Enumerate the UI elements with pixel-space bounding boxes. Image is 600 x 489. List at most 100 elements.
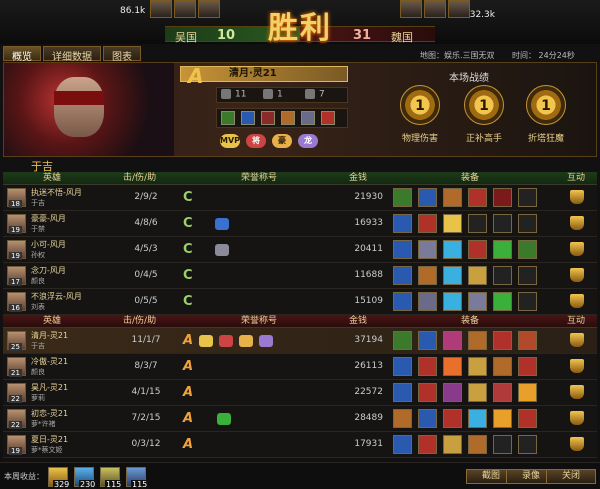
item-slot-icon[interactable] bbox=[518, 435, 537, 454]
item-slot-icon[interactable] bbox=[468, 292, 487, 311]
grade-mark: C bbox=[183, 190, 193, 205]
item-slot-icon[interactable] bbox=[393, 435, 412, 454]
item-slot-icon[interactable] bbox=[393, 214, 412, 233]
honor-badge-icon bbox=[217, 413, 231, 425]
item-slot-icon[interactable] bbox=[493, 266, 512, 285]
item-slot-icon[interactable] bbox=[418, 240, 437, 259]
like-button[interactable] bbox=[570, 333, 584, 347]
item-slot-icon[interactable] bbox=[518, 188, 537, 207]
top-avatar bbox=[150, 0, 172, 18]
like-button[interactable] bbox=[570, 411, 584, 425]
token-resource-icon: 115 bbox=[100, 467, 123, 489]
table-row: 22 初恋-灵21 萝*许褚 7/2/15 A 28489 bbox=[3, 406, 597, 432]
like-button[interactable] bbox=[570, 268, 584, 282]
item-slot-icon[interactable] bbox=[443, 266, 462, 285]
item-slot-icon[interactable] bbox=[493, 357, 512, 376]
gold-value: 21930 bbox=[354, 192, 383, 202]
item-slot-icon[interactable] bbox=[518, 266, 537, 285]
level-badge: 19 bbox=[9, 226, 22, 234]
level-badge: 16 bbox=[9, 304, 22, 312]
item-slot-icon[interactable] bbox=[393, 266, 412, 285]
tab-overview[interactable]: 概览 bbox=[3, 46, 41, 63]
level-badge: 25 bbox=[9, 343, 22, 351]
item-slot-icon[interactable] bbox=[518, 383, 537, 402]
item-slot-icon[interactable] bbox=[418, 383, 437, 402]
item-slot-icon[interactable] bbox=[418, 292, 437, 311]
item-slot-icon[interactable] bbox=[518, 240, 537, 259]
player-name: 念刀-风月 bbox=[31, 266, 66, 275]
item-slot-icon[interactable] bbox=[518, 331, 537, 350]
item-slot-icon[interactable] bbox=[443, 435, 462, 454]
item-slot-icon[interactable] bbox=[393, 357, 412, 376]
item-slot-icon[interactable] bbox=[418, 214, 437, 233]
close-button[interactable]: 关闭 bbox=[546, 469, 596, 484]
item-slot-icon[interactable] bbox=[493, 292, 512, 311]
item-slot-icon[interactable] bbox=[393, 409, 412, 428]
item-slot-icon[interactable] bbox=[493, 331, 512, 350]
item-slot-icon[interactable] bbox=[493, 188, 512, 207]
like-button[interactable] bbox=[570, 190, 584, 204]
medal-icon: 1 bbox=[464, 85, 504, 125]
item-slot-icon[interactable] bbox=[493, 383, 512, 402]
item-slot-icon[interactable] bbox=[493, 214, 512, 233]
item-slot-icon[interactable] bbox=[418, 357, 437, 376]
item-slot-icon[interactable] bbox=[443, 188, 462, 207]
item-slot-icon[interactable] bbox=[468, 214, 487, 233]
table-header: 英雄 击/伤/助 荣誉称号 金钱 装备 互动 bbox=[3, 315, 597, 328]
grade-mark: A bbox=[183, 333, 194, 348]
item-slot-icon[interactable] bbox=[468, 435, 487, 454]
item-slot-icon[interactable] bbox=[468, 409, 487, 428]
item-slot-icon[interactable] bbox=[468, 188, 487, 207]
item-slot-icon[interactable] bbox=[443, 357, 462, 376]
gold-value: 37194 bbox=[354, 335, 383, 345]
item-slot-icon[interactable] bbox=[418, 188, 437, 207]
like-button[interactable] bbox=[570, 294, 584, 308]
item-slot-icon[interactable] bbox=[393, 240, 412, 259]
like-button[interactable] bbox=[570, 437, 584, 451]
item-slot-icon[interactable] bbox=[493, 435, 512, 454]
item-slot-icon[interactable] bbox=[418, 409, 437, 428]
top-avatar bbox=[424, 0, 446, 18]
green-team-table: 英雄 击/伤/助 荣誉称号 金钱 装备 互动 18 执迷不悟-风月 于吉 2/9/2 C… bbox=[3, 172, 597, 315]
item-slot-icon[interactable] bbox=[493, 240, 512, 259]
item-slot-icon[interactable] bbox=[418, 435, 437, 454]
grade-mark: C bbox=[183, 216, 193, 231]
item-slot-icon[interactable] bbox=[518, 214, 537, 233]
tab-details[interactable]: 详细数据 bbox=[43, 46, 101, 63]
battle-record-title: 本场战绩 bbox=[449, 73, 489, 84]
tab-charts[interactable]: 图表 bbox=[103, 46, 141, 63]
honor-badges: MVP 将 豪 龙 bbox=[216, 132, 348, 152]
item-icon bbox=[281, 111, 295, 125]
level-badge: 22 bbox=[9, 395, 22, 403]
kda-row: 11 1 7 bbox=[216, 87, 348, 103]
item-slot-icon[interactable] bbox=[393, 331, 412, 350]
item-slot-icon[interactable] bbox=[518, 409, 537, 428]
item-slot-icon[interactable] bbox=[418, 331, 437, 350]
item-slot-icon[interactable] bbox=[468, 240, 487, 259]
rich-badge: 豪 bbox=[272, 134, 292, 148]
like-button[interactable] bbox=[570, 359, 584, 373]
item-slot-icon[interactable] bbox=[468, 357, 487, 376]
item-slot-icon[interactable] bbox=[393, 188, 412, 207]
like-button[interactable] bbox=[570, 216, 584, 230]
item-slot-icon[interactable] bbox=[468, 266, 487, 285]
item-slot-icon[interactable] bbox=[443, 409, 462, 428]
item-slot-icon[interactable] bbox=[393, 292, 412, 311]
item-slot-icon[interactable] bbox=[443, 331, 462, 350]
item-icon bbox=[221, 111, 235, 125]
item-slot-icon[interactable] bbox=[443, 240, 462, 259]
item-slot-icon[interactable] bbox=[443, 214, 462, 233]
item-slot-icon[interactable] bbox=[493, 409, 512, 428]
like-button[interactable] bbox=[570, 385, 584, 399]
like-button[interactable] bbox=[570, 242, 584, 256]
item-slot-icon[interactable] bbox=[393, 383, 412, 402]
item-slot-icon[interactable] bbox=[518, 357, 537, 376]
item-slot-icon[interactable] bbox=[468, 331, 487, 350]
item-slot-icon[interactable] bbox=[418, 266, 437, 285]
item-slot-icon[interactable] bbox=[468, 383, 487, 402]
top-avatar bbox=[448, 0, 470, 18]
item-slot-icon[interactable] bbox=[518, 292, 537, 311]
item-slot-icon[interactable] bbox=[443, 292, 462, 311]
table-row: 16 不浪浮云-风月 刘表 0/5/5 C 15109 bbox=[3, 289, 597, 315]
item-slot-icon[interactable] bbox=[443, 383, 462, 402]
